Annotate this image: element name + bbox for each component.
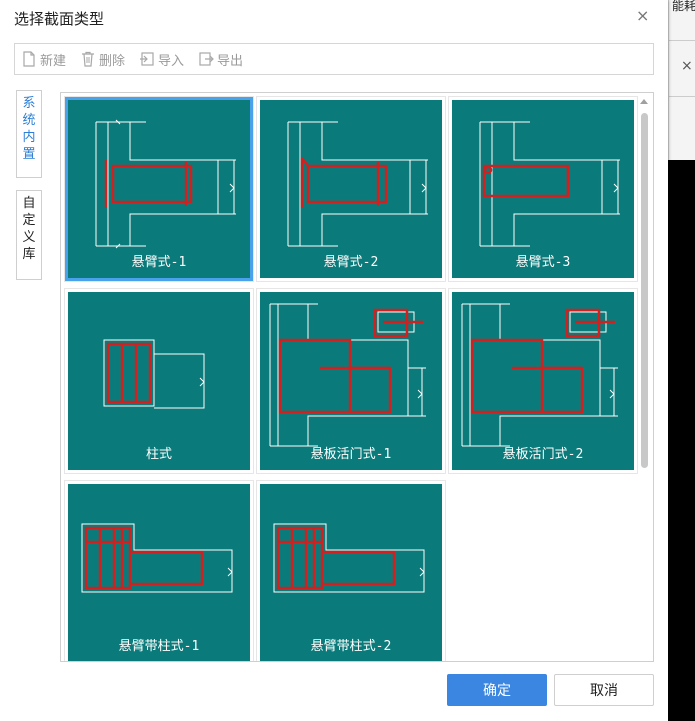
export-label: 导出 xyxy=(217,53,244,69)
card-thumbnail: 柱式 xyxy=(68,292,250,470)
trash-icon xyxy=(82,51,95,67)
tab-custom-library[interactable]: 自 定 义 库 xyxy=(16,190,42,280)
tab-char: 统 xyxy=(22,113,36,128)
scrollbar-thumb[interactable] xyxy=(641,113,648,468)
card-thumbnail: 悬板活门式-1 xyxy=(260,292,442,470)
divider xyxy=(669,96,695,97)
import-button[interactable]: 导入 xyxy=(139,50,184,69)
card-thumbnail: 悬臂带柱式-2 xyxy=(260,484,442,661)
section-card-hanging-flap-1[interactable]: 悬板活门式-1 xyxy=(256,288,446,474)
background-window-panel: 能耗 × xyxy=(668,0,695,160)
card-label: 悬臂式-2 xyxy=(323,255,379,270)
vertical-scrollbar[interactable] xyxy=(637,97,651,657)
card-label: 悬板活门式-2 xyxy=(502,447,584,462)
delete-label: 删除 xyxy=(99,53,126,69)
tab-char: 置 xyxy=(22,147,36,162)
scroll-up-icon[interactable] xyxy=(640,99,648,104)
import-icon xyxy=(140,52,154,66)
new-button[interactable]: 新建 xyxy=(21,50,66,69)
card-label: 悬臂带柱式-1 xyxy=(118,639,200,654)
tab-char: 系 xyxy=(22,96,36,111)
section-card-cantilever-column-1[interactable]: 悬臂带柱式-1 xyxy=(64,480,254,661)
export-button[interactable]: 导出 xyxy=(198,50,243,69)
section-card-cantilever-column-2[interactable]: 悬臂带柱式-2 xyxy=(256,480,446,661)
delete-button[interactable]: 删除 xyxy=(80,50,125,69)
card-thumbnail: 悬臂式-1 xyxy=(65,97,253,281)
select-section-type-dialog: 选择截面类型 × 新建 删除 导入 导出 系 统 内 置 自 定 义 库 悬臂式… xyxy=(0,0,668,721)
card-thumbnail: 悬臂式-3 xyxy=(452,100,634,278)
card-label: 悬臂式-1 xyxy=(131,255,187,270)
section-card-cantilever-2[interactable]: 悬臂式-2 xyxy=(256,96,446,282)
card-thumbnail: 悬板活门式-2 xyxy=(452,292,634,470)
card-label: 悬臂带柱式-2 xyxy=(310,639,392,654)
background-close-icon[interactable]: × xyxy=(681,58,693,74)
card-label: 悬板活门式-1 xyxy=(310,447,392,462)
section-card-hanging-flap-2[interactable]: 悬板活门式-2 xyxy=(448,288,638,474)
tab-char: 定 xyxy=(22,213,36,228)
background-window-text: 能耗 xyxy=(672,0,695,13)
ok-button[interactable]: 确定 xyxy=(447,674,547,706)
divider xyxy=(669,40,695,41)
card-label: 悬臂式-3 xyxy=(515,255,571,270)
section-card-cantilever-3[interactable]: 悬臂式-3 xyxy=(448,96,638,282)
toolbar: 新建 删除 导入 导出 xyxy=(14,43,654,75)
tab-char: 义 xyxy=(22,230,36,245)
tab-char: 自 xyxy=(22,196,36,211)
close-icon[interactable]: × xyxy=(636,6,649,25)
card-thumbnail: 悬臂式-2 xyxy=(260,100,442,278)
tab-system-builtin[interactable]: 系 统 内 置 xyxy=(16,90,42,178)
dialog-title: 选择截面类型 xyxy=(14,10,105,28)
tab-char: 库 xyxy=(22,247,36,262)
new-label: 新建 xyxy=(40,53,67,69)
card-thumbnail: 悬臂带柱式-1 xyxy=(68,484,250,661)
section-type-grid: 悬臂式-1 悬臂式-2 悬臂式-3 柱式 悬板活门式-1 悬板活门式-2 悬臂带… xyxy=(60,92,654,662)
background-window: 能耗 × xyxy=(668,0,695,721)
import-label: 导入 xyxy=(158,53,185,69)
tab-char: 内 xyxy=(22,130,36,145)
section-card-cantilever-1[interactable]: 悬臂式-1 xyxy=(64,96,254,282)
export-icon xyxy=(199,52,214,66)
section-card-column[interactable]: 柱式 xyxy=(64,288,254,474)
cancel-button[interactable]: 取消 xyxy=(554,674,654,706)
card-label: 柱式 xyxy=(145,447,172,462)
new-file-icon xyxy=(23,51,35,67)
